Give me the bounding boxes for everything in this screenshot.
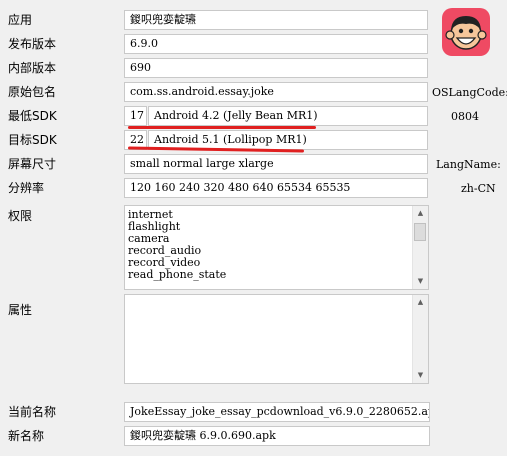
label-permissions: 权限 [8, 209, 33, 223]
label-properties: 属性 [8, 303, 33, 317]
label-version-name: 发布版本 [8, 37, 57, 51]
scroll-up-icon[interactable]: ▲ [413, 295, 428, 310]
list-item[interactable]: flashlight [128, 221, 428, 233]
screen-size-field[interactable]: small normal large xlarge [124, 154, 428, 174]
label-resolution: 分辨率 [8, 181, 45, 195]
label-app: 应用 [8, 13, 33, 27]
properties-list[interactable]: ▲ ▼ [124, 294, 429, 384]
scroll-down-icon[interactable]: ▼ [413, 368, 428, 383]
package-field[interactable]: com.ss.android.essay.joke [124, 82, 428, 102]
resolution-field[interactable]: 120 160 240 320 480 640 65534 65535 [124, 178, 428, 198]
app-name-field[interactable]: 鍐呮兜娈靛瓙 [124, 10, 428, 30]
version-name-field[interactable]: 6.9.0 [124, 34, 428, 54]
permissions-scrollbar[interactable]: ▲ ▼ [412, 206, 428, 289]
os-lang-code-value: 0804 [451, 110, 479, 123]
label-new-name: 新名称 [8, 429, 45, 443]
min-sdk-underline [128, 126, 316, 129]
list-item[interactable]: read_phone_state [128, 269, 428, 281]
label-screen-size: 屏幕尺寸 [8, 157, 57, 171]
new-name-field[interactable]: 鍐呮兜娈靛瓙 6.9.0.690.apk [124, 426, 430, 446]
label-min-sdk: 最低SDK [8, 109, 57, 123]
os-lang-code-label: OSLangCode: [432, 86, 507, 99]
min-sdk-number-field[interactable]: 17 [124, 106, 147, 126]
label-package: 原始包名 [8, 85, 57, 99]
scroll-up-icon[interactable]: ▲ [413, 206, 428, 221]
scroll-down-icon[interactable]: ▼ [413, 274, 428, 289]
min-sdk-desc-field[interactable]: Android 4.2 (Jelly Bean MR1) [148, 106, 428, 126]
current-name-field[interactable]: JokeEssay_joke_essay_pcdownload_v6.9.0_2… [124, 402, 430, 422]
label-current-name: 当前名称 [8, 405, 57, 419]
lang-name-value: zh-CN [461, 182, 496, 195]
label-version-code: 内部版本 [8, 61, 57, 75]
lang-name-label: LangName: [436, 158, 501, 171]
version-code-field[interactable]: 690 [124, 58, 428, 78]
monkey-face-icon [442, 8, 490, 56]
label-target-sdk: 目标SDK [8, 133, 57, 147]
properties-scrollbar[interactable]: ▲ ▼ [412, 295, 428, 383]
scroll-thumb[interactable] [414, 223, 426, 241]
monkey-face-graphic [445, 16, 487, 50]
permissions-list[interactable]: internet flashlight camera record_audio … [124, 205, 429, 290]
